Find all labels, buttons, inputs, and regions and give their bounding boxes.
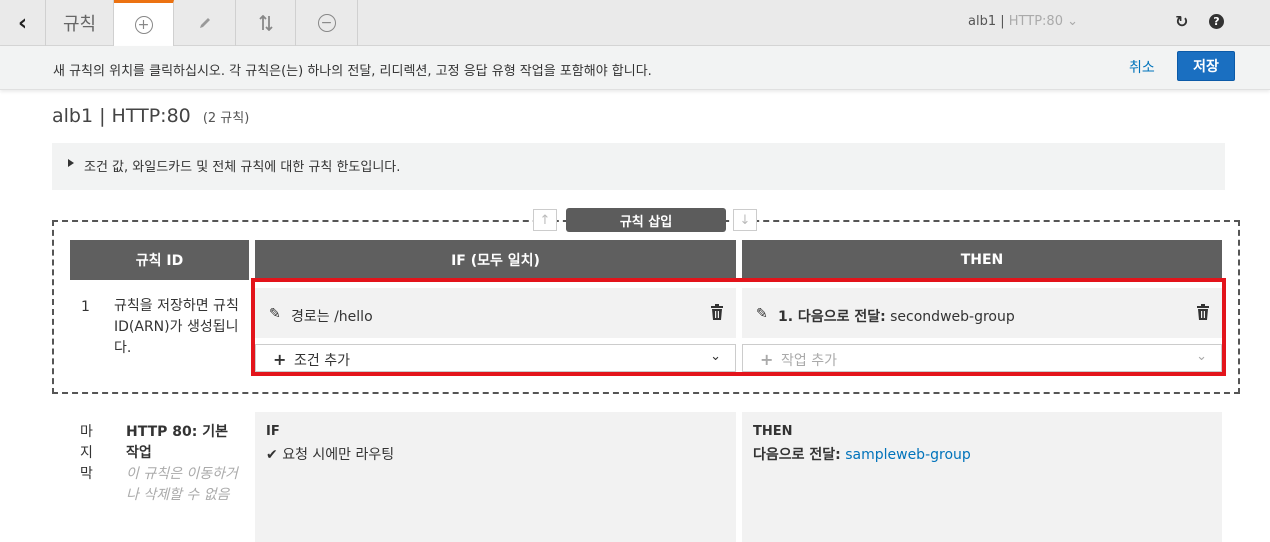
plus-icon: + xyxy=(760,350,774,369)
load-balancer-name: alb1 xyxy=(968,14,997,29)
tab-rules-label: 규칙 xyxy=(62,14,97,35)
listener-separator: | xyxy=(1000,14,1005,29)
add-condition-label: 조건 추가 xyxy=(294,353,350,369)
listener-selector[interactable]: alb1 | HTTP:80 ⌄ xyxy=(968,14,1078,29)
default-then-cell: THEN 다음으로 전달: sampleweb-group xyxy=(742,412,1222,542)
default-then-line: 다음으로 전달: sampleweb-group xyxy=(753,444,971,464)
action-row[interactable]: ✎ 1. 다음으로 전달: secondweb-group xyxy=(742,288,1222,338)
action-text: 1. 다음으로 전달: secondweb-group xyxy=(778,306,1015,326)
rule-limits-text: 조건 값, 와일드카드 및 전체 규칙에 대한 규칙 한도입니다. xyxy=(84,160,401,175)
cancel-button[interactable]: 취소 xyxy=(1129,57,1155,77)
instruction-text: 새 규칙의 위치를 클릭하십시오. 각 규칙은(는) 하나의 전달, 리디렉션,… xyxy=(53,64,652,79)
trash-icon[interactable] xyxy=(1196,304,1210,320)
trash-icon[interactable] xyxy=(710,304,724,320)
add-condition-dropdown[interactable]: + 조건 추가 ⌄ xyxy=(255,344,736,372)
chevron-left-icon: ‹ xyxy=(17,10,28,36)
default-then-prefix: 다음으로 전달: xyxy=(753,447,841,463)
move-up-button[interactable]: ↑ xyxy=(533,209,557,231)
chevron-down-icon: ⌄ xyxy=(710,349,721,364)
pencil-icon[interactable]: ✎ xyxy=(756,306,768,322)
add-action-label: 작업 추가 xyxy=(781,353,837,369)
plus-icon: + xyxy=(273,350,287,369)
column-header-if: IF (모두 일치) xyxy=(255,240,736,280)
rule-limits-expander[interactable]: 조건 값, 와일드카드 및 전체 규칙에 대한 규칙 한도입니다. xyxy=(52,143,1225,190)
condition-text: 경로는 /hello xyxy=(291,309,373,325)
help-icon: ? xyxy=(1209,14,1224,29)
remove-circle-icon: − xyxy=(317,14,336,32)
chevron-down-icon: ⌄ xyxy=(1196,349,1207,364)
column-header-rule-id: 규칙 ID xyxy=(70,240,249,280)
add-circle-icon: + xyxy=(134,16,153,34)
default-if-cell: IF ✔ 요청 시에만 라우팅 xyxy=(255,412,736,542)
arrow-down-icon: ↓ xyxy=(739,212,751,228)
condition-row[interactable]: ✎ 경로는 /hello xyxy=(255,288,736,338)
last-rule-label: 마지막 xyxy=(80,424,93,482)
rule-number: 1 xyxy=(81,299,90,315)
page-title: alb1 | HTTP:80 (2 규칙) xyxy=(52,105,249,127)
tab-reorder-rules[interactable] xyxy=(236,0,296,46)
default-if-text: 요청 시에만 라우팅 xyxy=(282,447,395,463)
default-rule-note: 이 규칙은 이동하거나 삭제할 수 없음 xyxy=(126,466,238,503)
tab-add-rule[interactable]: + xyxy=(114,0,174,47)
rule-id-note: 규칙을 저장하면 규칙 ID(ARN)가 생성됩니다. xyxy=(114,298,239,356)
insert-rule-label: 규칙 삽입 xyxy=(566,208,726,232)
default-action-title: HTTP 80: 기본 작업 xyxy=(126,424,228,461)
column-header-then: THEN xyxy=(742,240,1222,280)
help-button[interactable]: ? xyxy=(1209,14,1224,29)
add-action-dropdown[interactable]: + 작업 추가 ⌄ xyxy=(742,344,1222,372)
save-button[interactable]: 저장 xyxy=(1177,51,1235,81)
chevron-down-icon: ⌄ xyxy=(1067,14,1079,29)
default-then-heading: THEN xyxy=(753,424,793,439)
rule-count: (2 규칙) xyxy=(202,111,250,126)
instruction-bar: 새 규칙의 위치를 클릭하십시오. 각 규칙은(는) 하나의 전달, 리디렉션,… xyxy=(0,46,1270,90)
reorder-arrows-icon xyxy=(258,15,273,31)
default-if-line: ✔ 요청 시에만 라우팅 xyxy=(266,444,394,464)
action-prefix: 1. 다음으로 전달: xyxy=(778,309,886,325)
action-target: secondweb-group xyxy=(890,309,1015,325)
listener-name: HTTP:80 xyxy=(1008,14,1063,29)
checkmark-icon: ✔ xyxy=(266,447,278,463)
tab-edit-rule[interactable] xyxy=(174,0,236,46)
default-target-link[interactable]: sampleweb-group xyxy=(845,447,971,463)
refresh-button[interactable]: ↻ xyxy=(1175,12,1188,31)
arrow-up-icon: ↑ xyxy=(539,212,551,228)
page-title-text: alb1 | HTTP:80 xyxy=(52,105,191,127)
tab-delete-rule[interactable]: − xyxy=(296,0,358,46)
pencil-icon xyxy=(199,18,210,28)
tab-rules[interactable]: 규칙 xyxy=(46,0,114,46)
top-tab-bar: ‹ 규칙 + − alb1 | HTTP:80 ⌄ ↻ ? xyxy=(0,0,1270,47)
default-if-heading: IF xyxy=(266,424,280,439)
move-down-button[interactable]: ↓ xyxy=(733,209,757,231)
refresh-icon: ↻ xyxy=(1175,12,1189,31)
pencil-icon[interactable]: ✎ xyxy=(269,306,281,322)
caret-right-icon xyxy=(68,159,74,167)
back-button[interactable]: ‹ xyxy=(0,0,46,46)
